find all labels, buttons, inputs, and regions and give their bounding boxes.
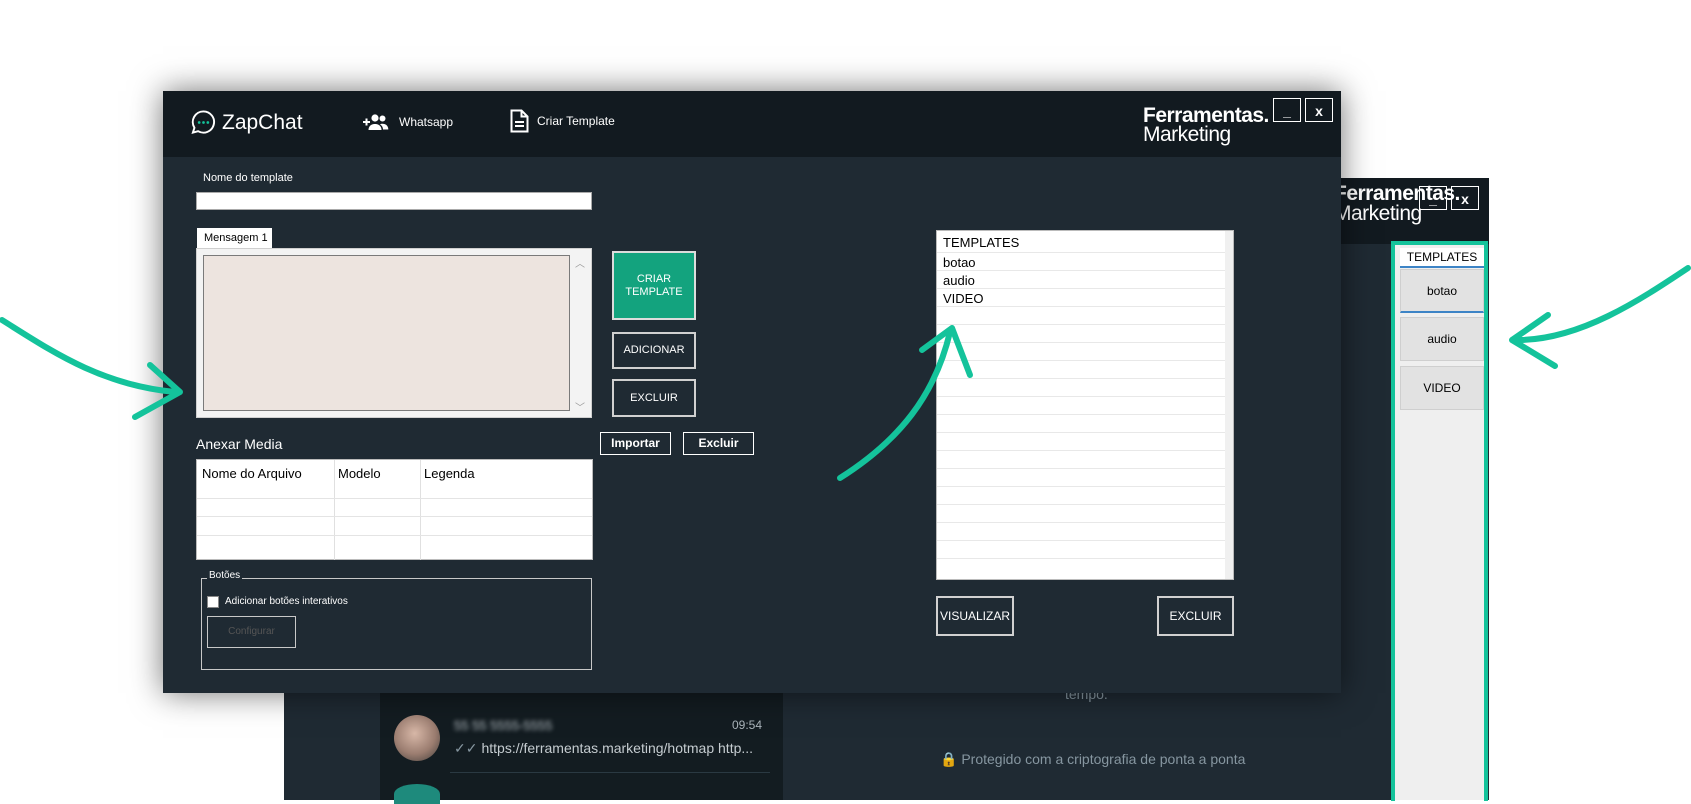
arrow-right [1515, 265, 1691, 343]
annotation-arrows [0, 265, 1691, 481]
arrow-left [0, 317, 178, 395]
arrow-center [837, 329, 953, 481]
